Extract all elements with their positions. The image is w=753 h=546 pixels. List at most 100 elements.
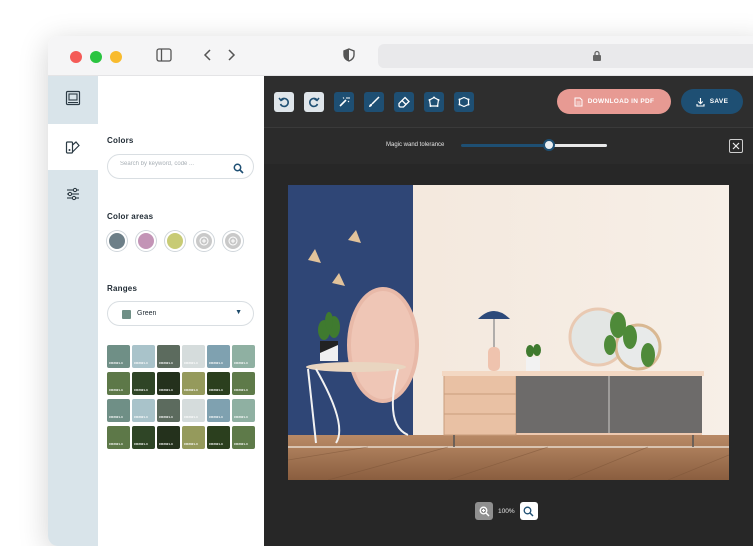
search-icon[interactable] xyxy=(233,161,244,179)
rail-item-gallery[interactable] xyxy=(48,76,98,120)
swatch-code: CR2021-3 xyxy=(134,442,148,446)
image-editor: DOWNLOAD IN PDF SAVE Magic wand toleranc… xyxy=(264,76,753,546)
color-swatch[interactable]: CR2021-3 xyxy=(132,345,155,368)
swatch-code: CR2021-3 xyxy=(209,415,223,419)
swatch-code: CR2021-3 xyxy=(209,442,223,446)
color-areas-title: Color areas xyxy=(107,212,154,221)
zoom-in-icon xyxy=(479,506,489,516)
gallery-icon xyxy=(65,90,81,106)
color-swatch[interactable]: CR2021-3 xyxy=(107,345,130,368)
undo-button[interactable] xyxy=(274,92,294,112)
shield-icon[interactable] xyxy=(343,48,355,65)
color-swatch[interactable]: CR2021-3 xyxy=(157,399,180,422)
tolerance-slider[interactable] xyxy=(461,139,607,151)
zoom-in-button[interactable] xyxy=(475,502,493,520)
swatch-code: CR2021-3 xyxy=(109,388,123,392)
document-icon xyxy=(574,97,583,106)
polygon-select-icon xyxy=(428,96,440,107)
color-swatch[interactable]: CR2021-3 xyxy=(207,399,230,422)
ranges-title: Ranges xyxy=(107,284,138,293)
add-color-area-button[interactable] xyxy=(194,231,214,251)
color-swatch[interactable]: CR2021-3 xyxy=(182,372,205,395)
color-search-input[interactable] xyxy=(120,161,230,167)
color-swatch[interactable]: CR2021-3 xyxy=(207,345,230,368)
color-swatch[interactable]: CR2021-3 xyxy=(207,372,230,395)
color-swatch[interactable]: CR2021-3 xyxy=(157,426,180,449)
color-swatch[interactable]: CR2021-3 xyxy=(157,372,180,395)
address-bar[interactable] xyxy=(378,44,753,68)
sidebar-toggle-icon[interactable] xyxy=(156,48,172,65)
eraser-icon xyxy=(398,96,410,108)
color-swatch[interactable]: CR2021-3 xyxy=(232,426,255,449)
eraser-button[interactable] xyxy=(394,92,414,112)
save-label: SAVE xyxy=(709,98,729,105)
shape-select-button[interactable] xyxy=(454,92,474,112)
tolerance-slider-handle[interactable] xyxy=(542,139,555,151)
browser-window: Colors Color areas Ranges Green ▼ CR2021… xyxy=(48,36,753,546)
swatch-code: CR2021-3 xyxy=(109,415,123,419)
color-swatch[interactable]: CR2021-3 xyxy=(132,372,155,395)
back-arrow-icon[interactable] xyxy=(203,48,213,65)
magic-wand-icon xyxy=(339,97,350,107)
plus-icon xyxy=(228,236,238,246)
forward-arrow-icon[interactable] xyxy=(226,48,236,65)
rail-item-colors[interactable] xyxy=(48,124,98,170)
browser-titlebar xyxy=(48,36,753,76)
color-swatch[interactable]: CR2021-3 xyxy=(107,399,130,422)
minimize-window-button[interactable] xyxy=(90,51,102,63)
color-swatch[interactable]: CR2021-3 xyxy=(182,426,205,449)
color-swatch[interactable]: CR2021-3 xyxy=(107,426,130,449)
swatch-code: CR2021-3 xyxy=(184,388,198,392)
color-swatch[interactable]: CR2021-3 xyxy=(232,345,255,368)
download-pdf-button[interactable]: DOWNLOAD IN PDF xyxy=(557,89,671,114)
color-swatch[interactable]: CR2021-3 xyxy=(232,399,255,422)
swatch-code: CR2021-3 xyxy=(234,415,248,419)
color-swatch[interactable]: CR2021-3 xyxy=(182,399,205,422)
swatch-code: CR2021-3 xyxy=(209,388,223,392)
swatch-code: CR2021-3 xyxy=(234,388,248,392)
close-icon xyxy=(732,142,740,150)
lasso-button[interactable] xyxy=(424,92,444,112)
close-tolerance-button[interactable] xyxy=(729,139,743,153)
brush-button[interactable] xyxy=(364,92,384,112)
color-swatch[interactable]: CR2021-3 xyxy=(132,426,155,449)
color-swatch[interactable]: CR2021-3 xyxy=(232,372,255,395)
color-area-swatch[interactable] xyxy=(107,231,127,251)
color-search-box[interactable] xyxy=(107,154,254,179)
shape-select-icon xyxy=(458,96,470,108)
range-select[interactable]: Green ▼ xyxy=(107,301,254,326)
magic-wand-button[interactable] xyxy=(334,92,354,112)
swatch-code: CR2021-3 xyxy=(109,361,123,365)
redo-icon xyxy=(309,97,320,108)
maximize-window-button[interactable] xyxy=(110,51,122,63)
editor-toolbar: DOWNLOAD IN PDF SAVE xyxy=(264,76,753,128)
swatch-code: CR2021-3 xyxy=(184,415,198,419)
color-area-swatch[interactable] xyxy=(165,231,185,251)
save-button[interactable]: SAVE xyxy=(681,89,743,114)
swatch-code: CR2021-3 xyxy=(234,361,248,365)
color-swatch[interactable]: CR2021-3 xyxy=(207,426,230,449)
redo-button[interactable] xyxy=(304,92,324,112)
undo-icon xyxy=(278,97,289,108)
tool-rail xyxy=(48,76,98,546)
plus-icon xyxy=(199,236,209,246)
rail-item-adjustments[interactable] xyxy=(48,172,98,216)
color-swatch[interactable]: CR2021-3 xyxy=(132,399,155,422)
colors-title: Colors xyxy=(107,136,134,145)
room-photo xyxy=(288,185,729,480)
swatch-code: CR2021-3 xyxy=(159,361,173,365)
color-swatch[interactable]: CR2021-3 xyxy=(107,372,130,395)
zoom-out-button[interactable] xyxy=(519,502,538,520)
brush-icon xyxy=(369,96,380,107)
color-swatch[interactable]: CR2021-3 xyxy=(157,345,180,368)
color-swatch[interactable]: CR2021-3 xyxy=(182,345,205,368)
download-icon xyxy=(696,97,705,107)
close-window-button[interactable] xyxy=(70,51,82,63)
tolerance-slider-rest xyxy=(548,144,607,147)
download-pdf-label: DOWNLOAD IN PDF xyxy=(587,98,655,105)
add-color-area-button[interactable] xyxy=(223,231,243,251)
color-area-swatch[interactable] xyxy=(136,231,156,251)
swatch-code: CR2021-3 xyxy=(159,415,173,419)
swatch-code: CR2021-3 xyxy=(184,361,198,365)
room-photo-canvas[interactable] xyxy=(288,185,729,480)
